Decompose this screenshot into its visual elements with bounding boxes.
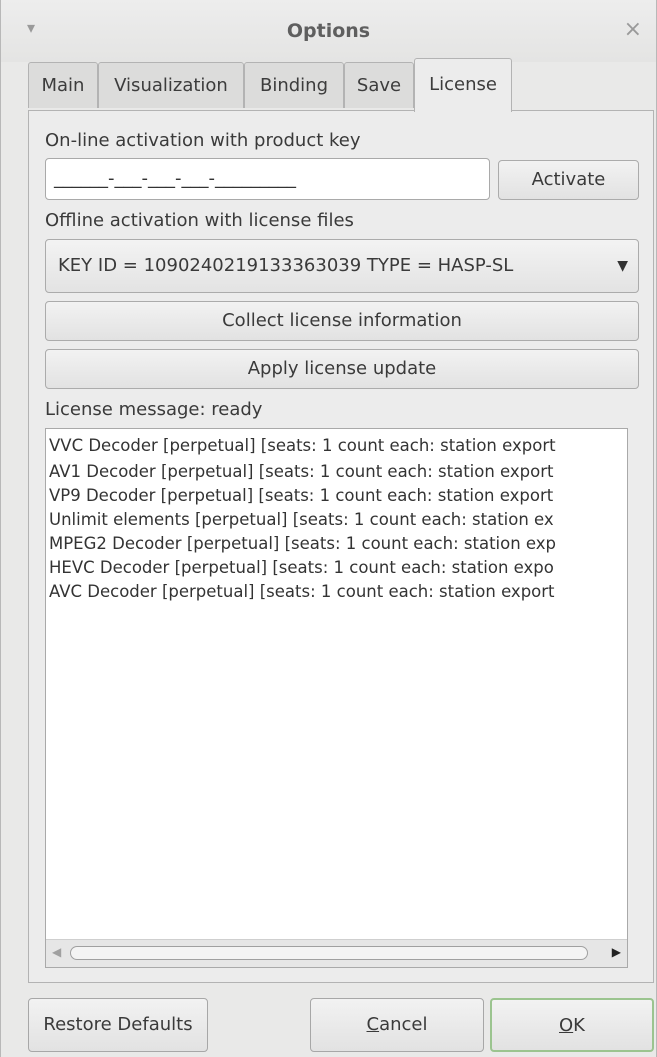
- ok-button[interactable]: OK: [490, 998, 654, 1052]
- activate-button[interactable]: Activate: [498, 160, 639, 200]
- options-dialog: ▾ Options × Main Visualization Binding S…: [0, 0, 657, 1057]
- list-item[interactable]: AVC Decoder [perpetual] [seats: 1 count …: [49, 580, 555, 604]
- list-item[interactable]: MPEG2 Decoder [perpetual] [seats: 1 coun…: [49, 532, 556, 556]
- online-activation-label: On-line activation with product key: [45, 130, 361, 151]
- product-key-input[interactable]: ______-___-___-___-_________: [45, 158, 490, 200]
- close-icon[interactable]: ×: [624, 17, 642, 42]
- tab-binding[interactable]: Binding: [244, 62, 344, 108]
- tab-visualization[interactable]: Visualization: [98, 62, 244, 108]
- horizontal-scrollbar[interactable]: ◀ ▶: [46, 939, 627, 967]
- cancel-button[interactable]: Cancel: [310, 998, 484, 1052]
- license-file-selected: KEY ID = 1090240219133363039 TYPE = HASP…: [58, 255, 514, 276]
- cancel-label: ancel: [379, 1014, 428, 1035]
- license-message-label: License message: ready: [45, 399, 263, 420]
- ok-mnemonic: O: [559, 1015, 574, 1036]
- list-item[interactable]: AV1 Decoder [perpetual] [seats: 1 count …: [49, 460, 554, 484]
- collect-license-button[interactable]: Collect license information: [45, 301, 639, 341]
- license-file-select[interactable]: KEY ID = 1090240219133363039 TYPE = HASP…: [45, 239, 639, 293]
- restore-defaults-button[interactable]: Restore Defaults: [28, 998, 208, 1052]
- cancel-mnemonic: C: [366, 1014, 380, 1035]
- apply-license-update-button[interactable]: Apply license update: [45, 349, 639, 389]
- title-bar[interactable]: ▾ Options ×: [1, 0, 656, 62]
- list-item[interactable]: HEVC Decoder [perpetual] [seats: 1 count…: [49, 556, 554, 580]
- scrollbar-thumb[interactable]: [70, 946, 588, 960]
- license-list[interactable]: VVC Decoder [perpetual] [seats: 1 count …: [45, 428, 628, 968]
- tab-main[interactable]: Main: [28, 62, 98, 108]
- scroll-left-icon[interactable]: ◀: [52, 945, 61, 959]
- list-item[interactable]: VVC Decoder [perpetual] [seats: 1 count …: [49, 434, 556, 458]
- ok-label: K: [573, 1015, 585, 1036]
- tab-license[interactable]: License: [414, 58, 512, 112]
- tab-save[interactable]: Save: [344, 62, 414, 108]
- list-item[interactable]: Unlimit elements [perpetual] [seats: 1 c…: [49, 508, 554, 532]
- offline-activation-label: Offline activation with license files: [45, 210, 354, 231]
- list-item[interactable]: VP9 Decoder [perpetual] [seats: 1 count …: [49, 484, 553, 508]
- chevron-down-icon: ▼: [617, 258, 628, 274]
- scroll-right-icon[interactable]: ▶: [612, 945, 621, 959]
- window-title: Options: [286, 20, 371, 42]
